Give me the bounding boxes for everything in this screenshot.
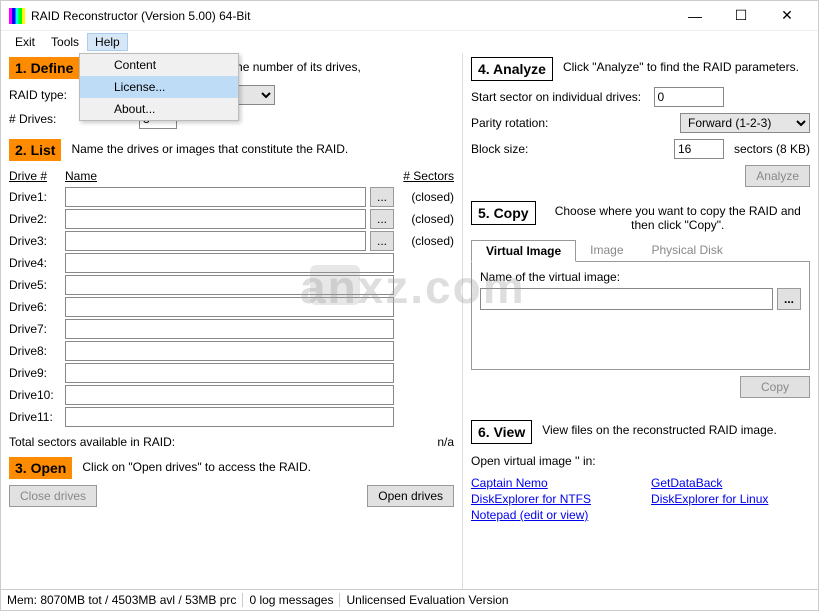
browse-drive-button[interactable]: ...	[370, 231, 394, 251]
drive-row: Drive3:... (closed)	[9, 231, 454, 251]
block-size-label: Block size:	[471, 142, 528, 156]
drive-status: (closed)	[398, 190, 454, 204]
drive-row: Drive2:... (closed)	[9, 209, 454, 229]
drive-label: Drive1:	[9, 190, 61, 204]
open-drives-button[interactable]: Open drives	[367, 485, 454, 507]
browse-drive-button[interactable]: ...	[370, 187, 394, 207]
app-icon	[9, 8, 25, 24]
menu-tools[interactable]: Tools	[43, 33, 87, 51]
step3-text: Click on "Open drives" to access the RAI…	[82, 457, 454, 474]
step4-text: Click "Analyze" to find the RAID paramet…	[563, 57, 810, 74]
drive-name-input[interactable]	[65, 319, 394, 339]
tab-physical-disk[interactable]: Physical Disk	[638, 240, 737, 261]
drive-status: (closed)	[398, 212, 454, 226]
virtual-image-name-label: Name of the virtual image:	[480, 270, 801, 284]
close-button[interactable]: ✕	[764, 1, 810, 31]
drive-name-input[interactable]	[65, 363, 394, 383]
menu-exit[interactable]: Exit	[7, 33, 43, 51]
drive-name-input[interactable]	[65, 253, 394, 273]
step1-badge: 1. Define	[9, 57, 79, 79]
drive-name-input[interactable]	[65, 341, 394, 361]
link-notepad[interactable]: Notepad (edit or view)	[471, 508, 591, 522]
drive-label: Drive3:	[9, 234, 61, 248]
browse-drive-button[interactable]: ...	[370, 209, 394, 229]
drive-row: Drive1:... (closed)	[9, 187, 454, 207]
menu-help[interactable]: Help	[87, 33, 128, 51]
drive-label: Drive11:	[9, 410, 61, 424]
drive-label: Drive4:	[9, 256, 61, 270]
start-sector-label: Start sector on individual drives:	[471, 90, 641, 104]
block-size-unit: sectors (8 KB)	[734, 142, 810, 156]
drive-row: Drive9:	[9, 363, 454, 383]
drive-label: Drive6:	[9, 300, 61, 314]
step2-badge: 2. List	[9, 139, 61, 161]
drive-status: (closed)	[398, 234, 454, 248]
link-captain-nemo[interactable]: Captain Nemo	[471, 476, 591, 490]
drive-row: Drive5:	[9, 275, 454, 295]
step3-badge: 3. Open	[9, 457, 72, 479]
drive-name-input[interactable]	[65, 209, 366, 229]
step6-badge: 6. View	[471, 420, 532, 444]
menu-about[interactable]: About...	[80, 98, 238, 120]
hdr-sectors: # Sectors	[390, 169, 454, 183]
step2-text: Name the drives or images that constitut…	[71, 139, 454, 156]
drive-row: Drive4:	[9, 253, 454, 273]
drive-row: Drive6:	[9, 297, 454, 317]
drive-label: Drive7:	[9, 322, 61, 336]
step5-text: Choose where you want to copy the RAID a…	[546, 201, 810, 232]
parity-select[interactable]: Forward (1-2-3)	[680, 113, 810, 133]
drive-name-input[interactable]	[65, 385, 394, 405]
step4-badge: 4. Analyze	[471, 57, 553, 81]
start-sector-input[interactable]	[654, 87, 724, 107]
drive-name-input[interactable]	[65, 275, 394, 295]
drive-name-input[interactable]	[65, 407, 394, 427]
total-sectors-value: n/a	[437, 435, 454, 449]
analyze-button[interactable]: Analyze	[745, 165, 810, 187]
virtual-image-name-input[interactable]	[480, 288, 773, 310]
tab-image[interactable]: Image	[576, 240, 637, 261]
statusbar: Mem: 8070MB tot / 4503MB avl / 53MB prc …	[1, 589, 818, 609]
hdr-drive: Drive #	[9, 169, 65, 183]
tab-virtual-image[interactable]: Virtual Image	[471, 240, 576, 262]
total-sectors-label: Total sectors available in RAID:	[9, 435, 175, 449]
block-size-input[interactable]	[674, 139, 724, 159]
close-drives-button[interactable]: Close drives	[9, 485, 97, 507]
drive-label: Drive2:	[9, 212, 61, 226]
window-title: RAID Reconstructor (Version 5.00) 64-Bit	[31, 9, 672, 23]
menu-license[interactable]: License...	[80, 76, 238, 98]
copy-button[interactable]: Copy	[740, 376, 810, 398]
drive-name-input[interactable]	[65, 187, 366, 207]
link-diskexplorer-ntfs[interactable]: DiskExplorer for NTFS	[471, 492, 591, 506]
drive-label: Drive10:	[9, 388, 61, 402]
drive-row: Drive8:	[9, 341, 454, 361]
drive-label: Drive8:	[9, 344, 61, 358]
menu-content[interactable]: Content	[80, 54, 238, 76]
browse-virtual-image-button[interactable]: ...	[777, 288, 801, 310]
link-diskexplorer-linux[interactable]: DiskExplorer for Linux	[651, 492, 768, 506]
link-getdataback[interactable]: GetDataBack	[651, 476, 768, 490]
drive-row: Drive10:	[9, 385, 454, 405]
drive-label: Drive5:	[9, 278, 61, 292]
drive-row: Drive7:	[9, 319, 454, 339]
status-license: Unlicensed Evaluation Version	[346, 593, 508, 607]
step5-badge: 5. Copy	[471, 201, 536, 225]
maximize-button[interactable]: ☐	[718, 1, 764, 31]
help-dropdown: Content License... About...	[79, 53, 239, 121]
step6-text: View files on the reconstructed RAID ima…	[542, 420, 810, 437]
status-log: 0 log messages	[249, 593, 333, 607]
drive-name-input[interactable]	[65, 297, 394, 317]
minimize-button[interactable]: —	[672, 1, 718, 31]
drive-label: Drive9:	[9, 366, 61, 380]
drive-name-input[interactable]	[65, 231, 366, 251]
titlebar: RAID Reconstructor (Version 5.00) 64-Bit…	[1, 1, 818, 31]
open-virtual-image-label: Open virtual image '' in:	[471, 454, 810, 468]
menubar: Exit Tools Help Content License... About…	[1, 31, 818, 53]
parity-label: Parity rotation:	[471, 116, 548, 130]
hdr-name: Name	[65, 169, 390, 183]
status-memory: Mem: 8070MB tot / 4503MB avl / 53MB prc	[7, 593, 236, 607]
drive-row: Drive11:	[9, 407, 454, 427]
